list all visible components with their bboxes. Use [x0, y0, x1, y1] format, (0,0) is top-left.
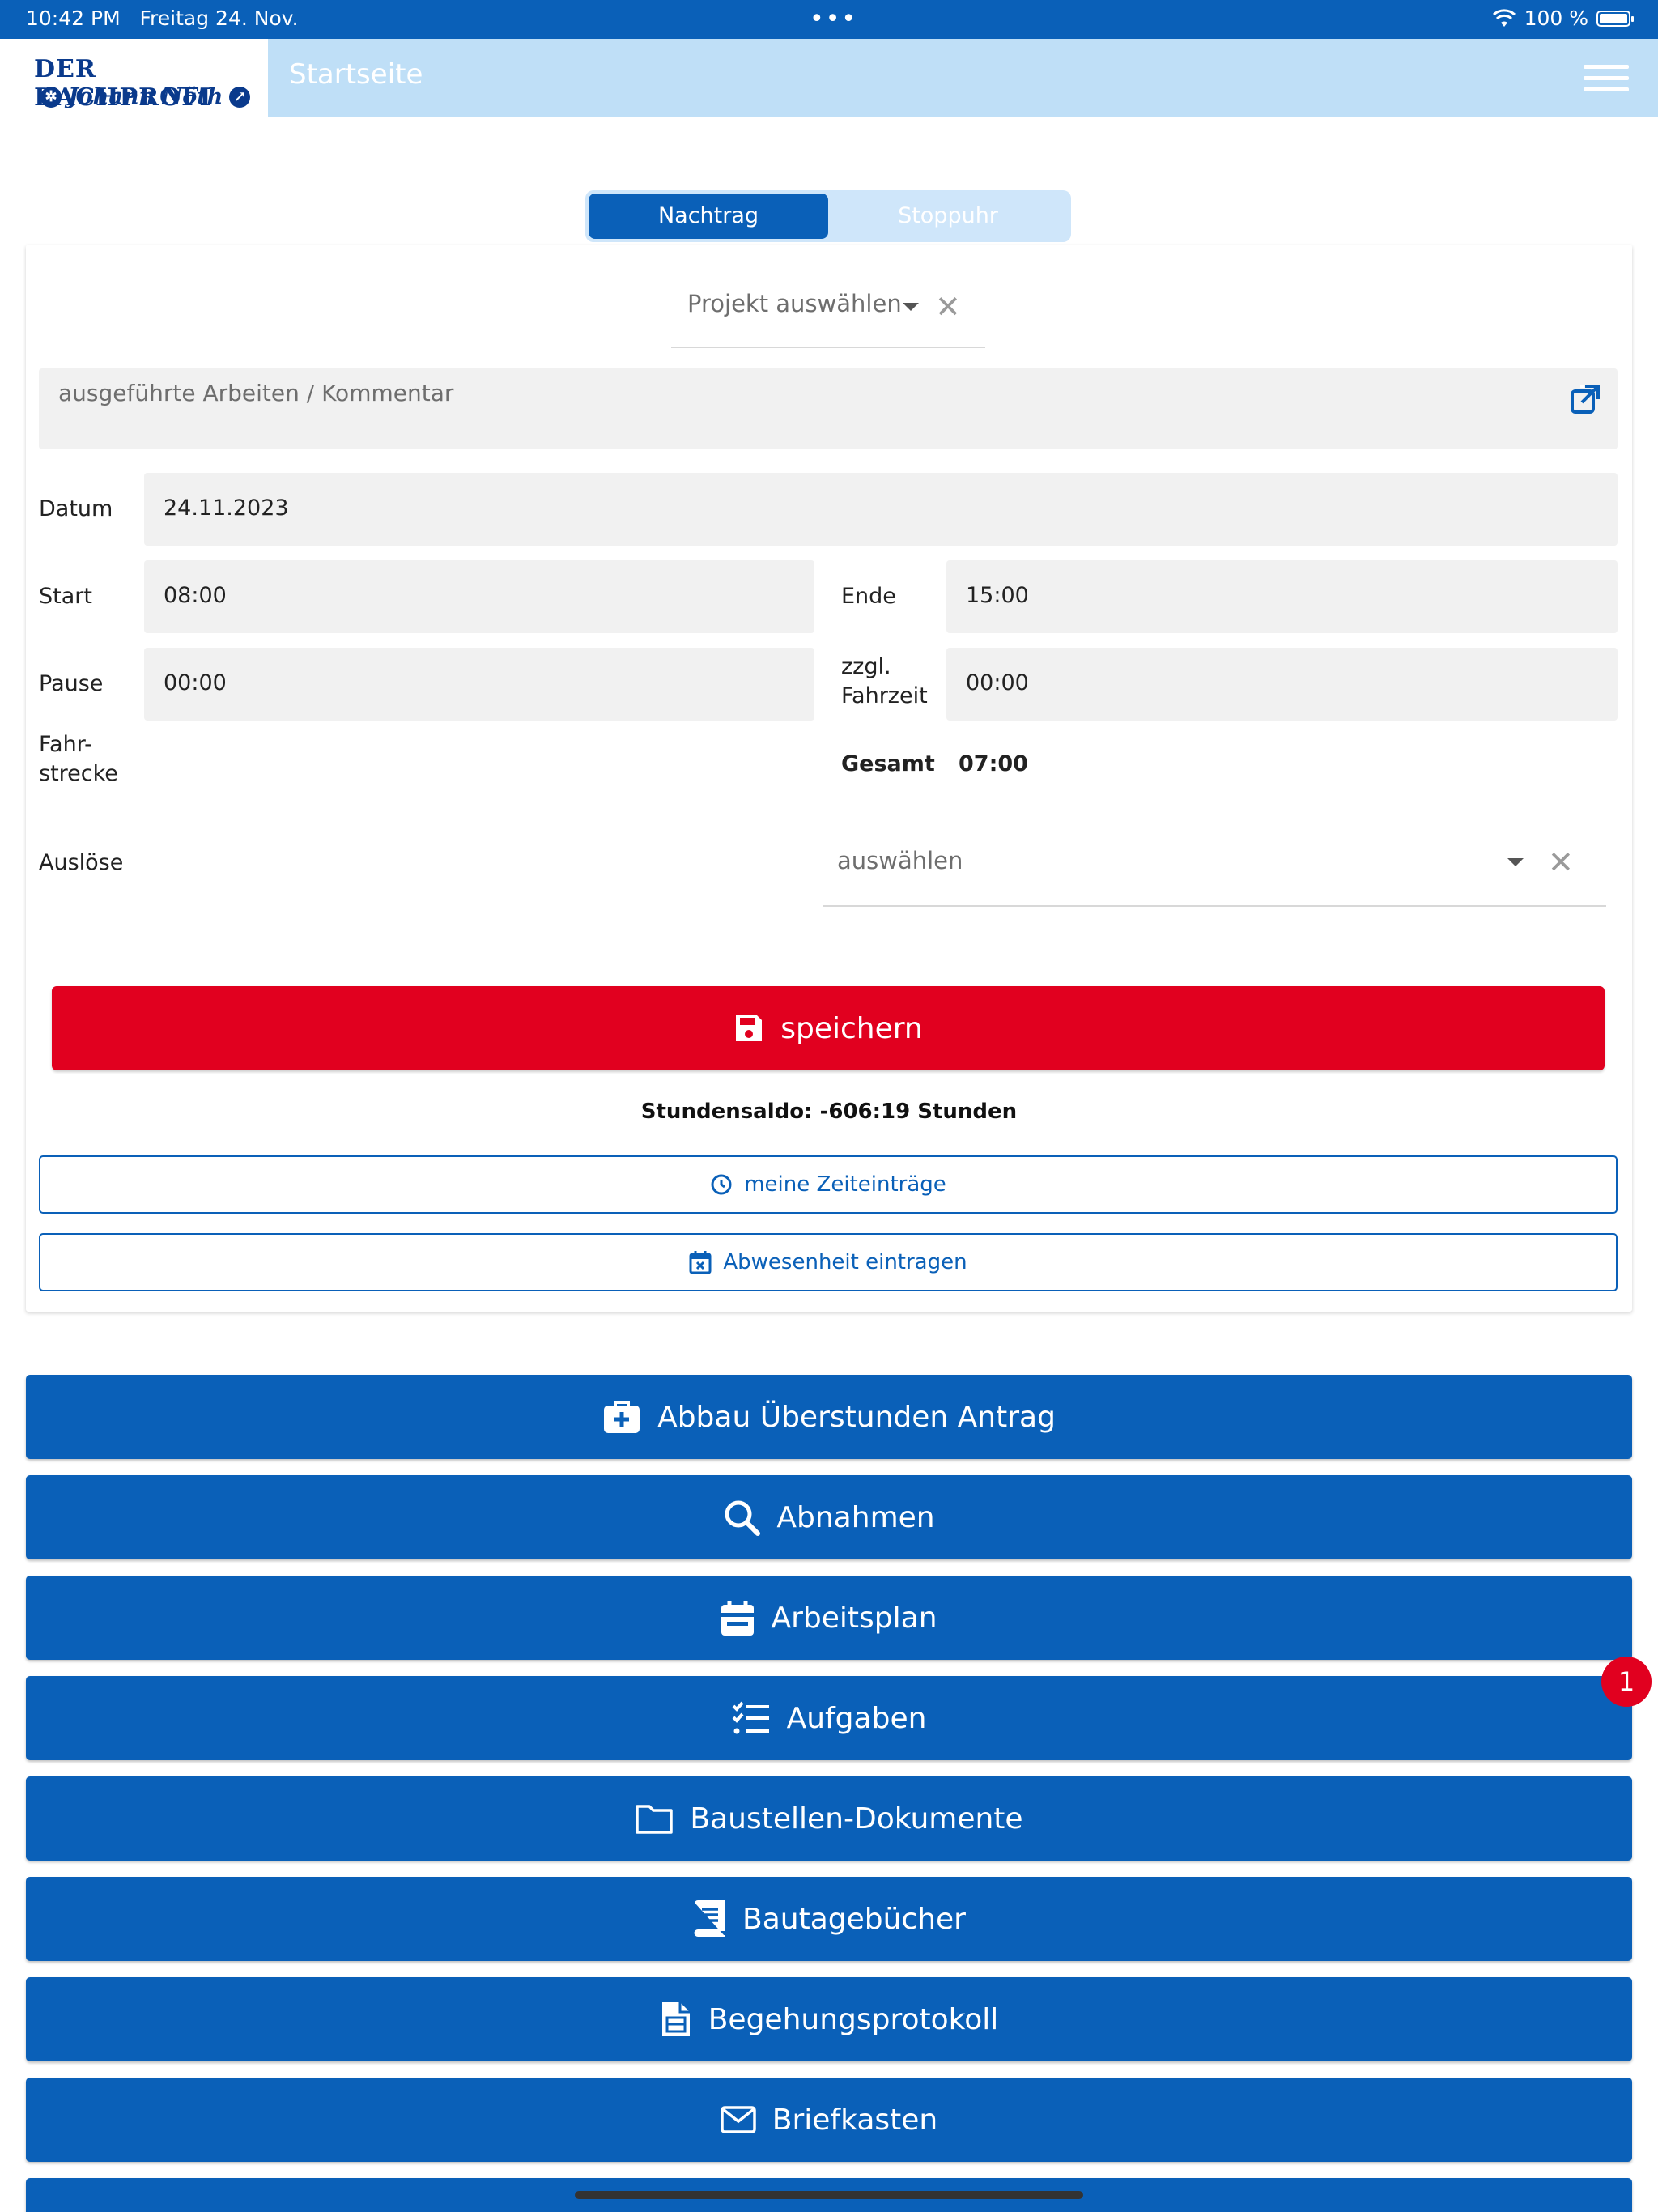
battery-icon [1596, 10, 1634, 27]
hamburger-icon[interactable] [1584, 62, 1629, 94]
fahrstrecke-label: Fahr- strecke [39, 730, 118, 789]
clipboard-icon [661, 2002, 690, 2036]
mode-tabs: Nachtrag Stoppuhr [585, 190, 1071, 242]
top-app-bar: Startseite [268, 39, 1658, 117]
datum-field[interactable]: 24.11.2023 [144, 473, 1618, 546]
status-time: 10:42 PM [26, 6, 121, 30]
checklist-icon [732, 1701, 769, 1734]
start-value: 08:00 [164, 583, 227, 608]
zeiteintraege-label: meine Zeiteinträge [744, 1172, 946, 1197]
logo-mark-icon: ↗ [229, 86, 251, 108]
comment-placeholder: ausgeführte Arbeiten / Kommentar [58, 380, 454, 406]
wifi-icon [1492, 8, 1516, 27]
nav-label: Arbeitsplan [771, 1601, 937, 1635]
fahrzeit-field[interactable]: 00:00 [946, 648, 1618, 721]
project-select-placeholder: Projekt auswählen [687, 290, 902, 317]
home-indicator[interactable] [575, 2191, 1083, 2199]
battery-percent: 100 % [1524, 6, 1588, 30]
medkit-icon [604, 1401, 640, 1433]
floppy-disk-icon [736, 1015, 763, 1041]
ausloese-select[interactable]: auswählen ✕ [823, 826, 1606, 907]
status-date: Freitag 24. Nov. [139, 6, 299, 30]
datum-label: Datum [39, 496, 113, 521]
stundensaldo-text: Stundensaldo: -606:19 Stunden [640, 1100, 1018, 1124]
save-button[interactable]: speichern [52, 986, 1605, 1070]
nav-abnahmen-button[interactable]: Abnahmen [26, 1475, 1632, 1559]
comment-field[interactable]: ausgeführte Arbeiten / Kommentar [39, 368, 1618, 449]
fahrzeit-label: zzgl. Fahrzeit [841, 653, 928, 711]
save-button-label: speichern [780, 1011, 923, 1045]
ende-value: 15:00 [966, 583, 1029, 608]
mail-icon [721, 2106, 756, 2133]
fahrzeit-value: 00:00 [966, 670, 1029, 696]
clear-icon[interactable]: ✕ [935, 291, 961, 322]
nav-label: Baustellen-Dokumente [690, 1802, 1023, 1836]
search-icon [725, 1500, 761, 1536]
page-title: Startseite [289, 58, 423, 91]
abwesenheit-label: Abwesenheit eintragen [723, 1250, 967, 1274]
nav-label: Abbau Überstunden Antrag [657, 1400, 1056, 1434]
gesamt-value: 07:00 [959, 751, 1028, 776]
status-right: 100 % [1492, 6, 1634, 30]
nav-label: Begehungsprotokoll [708, 2002, 999, 2036]
nav-label: Aufgaben [786, 1701, 927, 1735]
fahrzeit-label-line2: Fahrzeit [841, 683, 928, 708]
fahrstrecke-label-line2: strecke [39, 761, 118, 786]
nav-arbeitsplan-button[interactable]: Arbeitsplan [26, 1576, 1632, 1660]
ende-field[interactable]: 15:00 [946, 560, 1618, 633]
caret-down-icon[interactable] [903, 303, 919, 311]
nav-briefkasten-button[interactable]: Briefkasten [26, 2078, 1632, 2162]
aufgaben-count-badge: 1 [1601, 1657, 1652, 1707]
pause-label: Pause [39, 671, 104, 696]
nav-abbau-ueberstunden-button[interactable]: Abbau Überstunden Antrag [26, 1375, 1632, 1459]
start-label: Start [39, 584, 92, 609]
pause-value: 00:00 [164, 670, 227, 696]
logo-name: Johann Nöth [68, 84, 223, 109]
multitasking-dots[interactable]: ••• [810, 5, 857, 33]
nav-label: Bautagebücher [742, 1902, 966, 1936]
folder-icon [636, 1805, 674, 1834]
gesamt-label: Gesamt [841, 751, 935, 776]
calendar-x-icon [689, 1251, 712, 1274]
pause-field[interactable]: 00:00 [144, 648, 814, 721]
nav-baustellen-dokumente-button[interactable]: Baustellen-Dokumente [26, 1776, 1632, 1861]
ende-label: Ende [841, 584, 896, 609]
nav-label: Abnahmen [776, 1500, 935, 1534]
datum-value: 24.11.2023 [164, 496, 289, 521]
start-field[interactable]: 08:00 [144, 560, 814, 633]
fahrzeit-label-line1: zzgl. [841, 654, 891, 679]
project-select[interactable]: Projekt auswählen ✕ [671, 283, 985, 348]
clear-icon[interactable]: ✕ [1548, 847, 1574, 878]
nav-aufgaben-button[interactable]: Aufgaben [26, 1676, 1632, 1760]
tab-stoppuhr[interactable]: Stoppuhr [828, 194, 1068, 239]
zeiteintraege-button[interactable]: meine Zeiteinträge [39, 1155, 1618, 1214]
logo-mark-icon: ✲ [40, 86, 62, 108]
book-icon [694, 1900, 725, 1937]
ausloese-label: Auslöse [39, 850, 124, 875]
company-logo[interactable]: DER DACHPROFI ✲ Johann Nöth ↗ [0, 39, 268, 117]
abwesenheit-button[interactable]: Abwesenheit eintragen [39, 1233, 1618, 1291]
tab-nachtrag[interactable]: Nachtrag [589, 194, 828, 239]
external-link-icon[interactable] [1569, 383, 1601, 415]
status-time-date: 10:42 PM Freitag 24. Nov. [26, 6, 299, 30]
nav-bautagebuecher-button[interactable]: Bautagebücher [26, 1877, 1632, 1961]
calendar-icon [721, 1601, 755, 1636]
ausloese-placeholder: auswählen [837, 847, 963, 874]
fahrstrecke-label-line1: Fahr- [39, 732, 92, 757]
status-bar: 10:42 PM Freitag 24. Nov. ••• 100 % [0, 0, 1658, 39]
clock-icon [711, 1174, 732, 1195]
caret-down-icon[interactable] [1507, 858, 1524, 866]
nav-begehungsprotokoll-button[interactable]: Begehungsprotokoll [26, 1977, 1632, 2061]
nav-label: Briefkasten [772, 2103, 938, 2137]
logo-line2: ✲ Johann Nöth ↗ [40, 84, 251, 109]
